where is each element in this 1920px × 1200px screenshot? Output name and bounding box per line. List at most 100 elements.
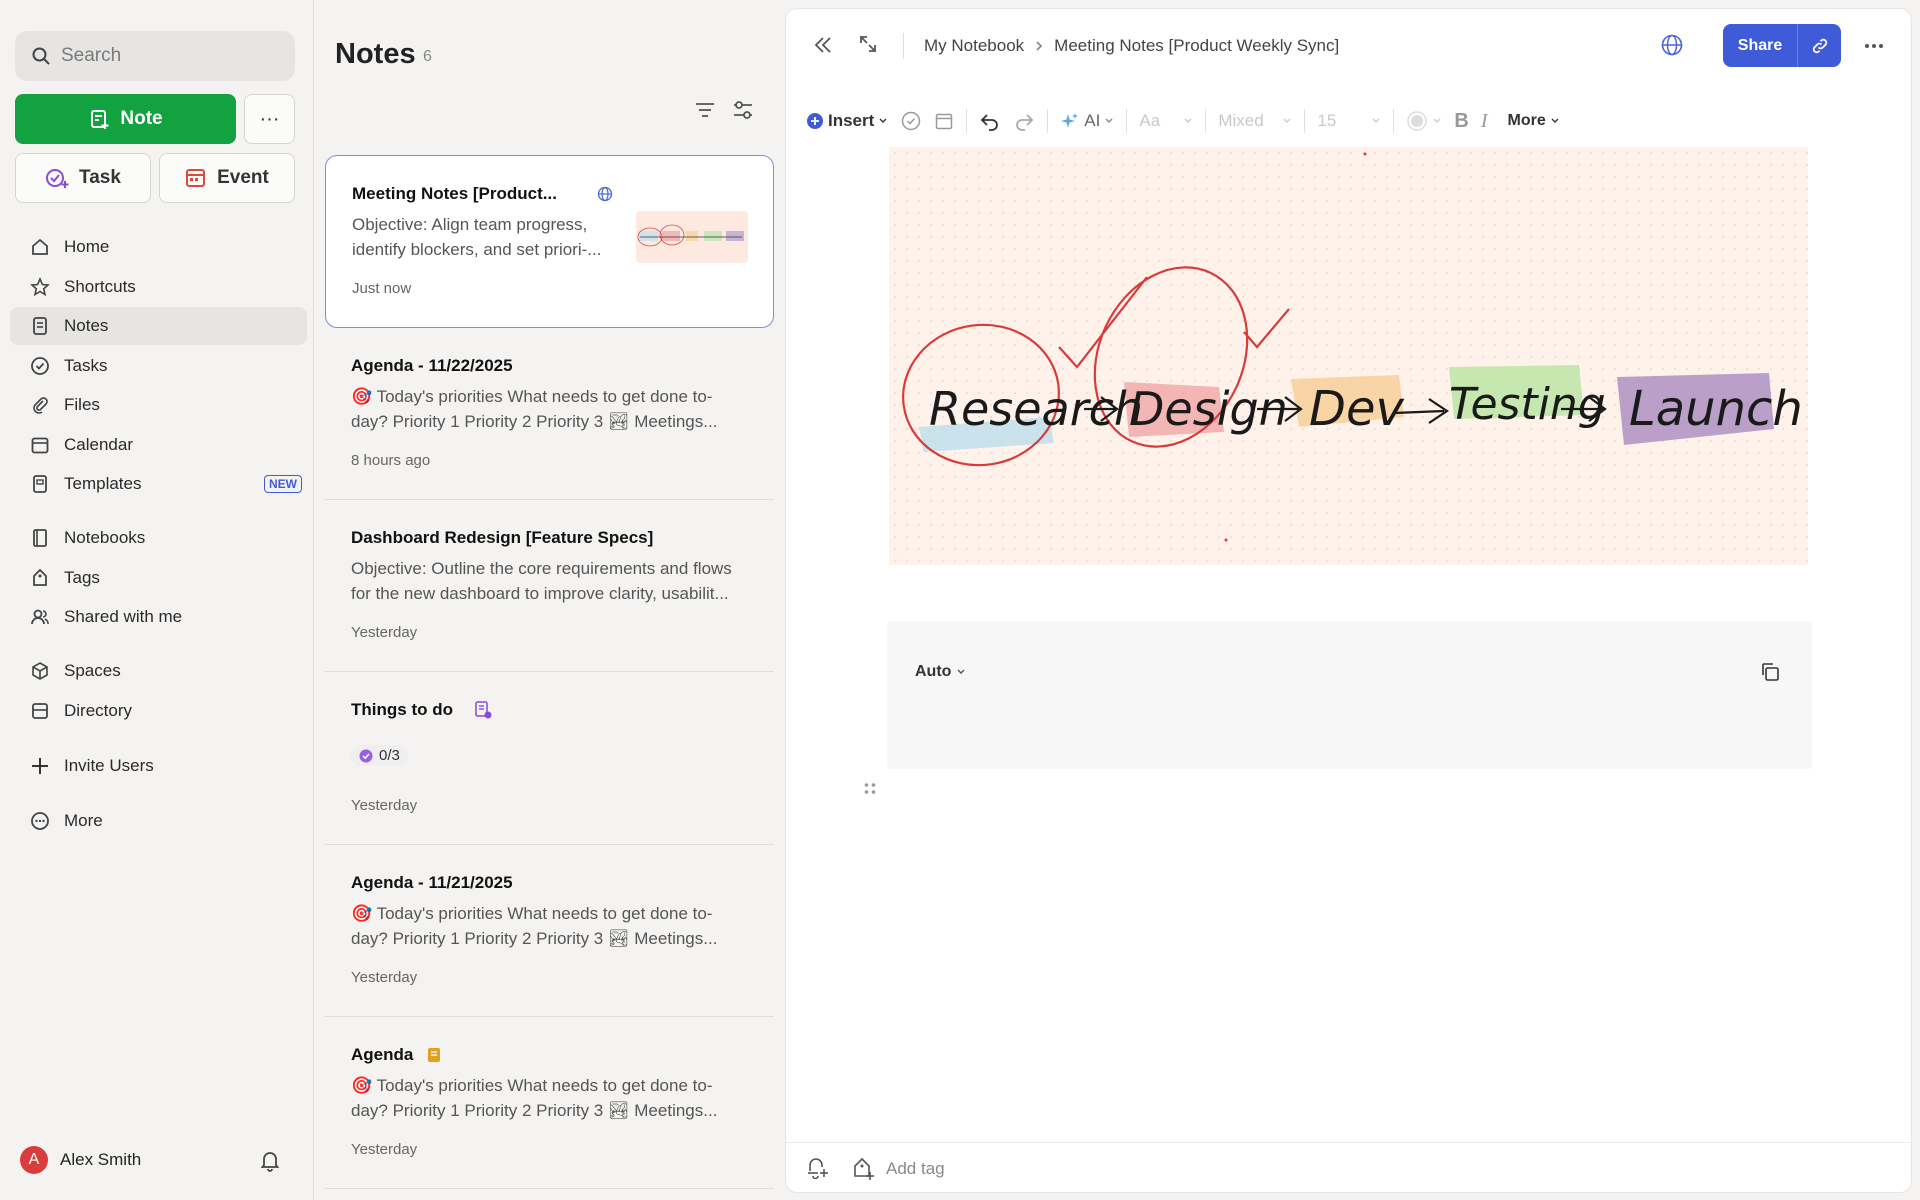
note-card-title: Agenda - 11/22/2025 (351, 356, 513, 375)
note-card[interactable]: Meeting Notes [Product... Objective: Ali… (325, 155, 774, 328)
sketch-word-testing: Testing (1449, 379, 1606, 430)
chevron-down-icon (957, 669, 965, 674)
red-check-2 (1243, 308, 1290, 349)
files-icon (30, 395, 50, 415)
event-icon (186, 169, 206, 187)
note-card-time: Yesterday (351, 1141, 418, 1158)
search-icon (32, 47, 50, 65)
notifications-button[interactable] (258, 1148, 282, 1177)
sort-button[interactable] (693, 98, 717, 127)
more-formatting-button[interactable]: More (1507, 112, 1559, 130)
note-card-title: Agenda - 11/21/2025 (351, 873, 513, 892)
insert-button[interactable]: Insert (806, 111, 888, 131)
note-card-title: Meeting Notes [Product... (352, 184, 557, 203)
user-account[interactable]: A Alex Smith (20, 1146, 141, 1174)
breadcrumb-notebook[interactable]: My Notebook (924, 36, 1024, 56)
sidebar-item-tags[interactable]: Tags (10, 559, 307, 597)
sidebar-item-notes[interactable]: Notes (10, 307, 307, 345)
sidebar-item-shortcuts[interactable]: Shortcuts (10, 268, 307, 306)
insert-calendar-button[interactable] (934, 111, 954, 131)
font-select[interactable]: Aa (1139, 111, 1193, 131)
sidebar-item-spaces[interactable]: Spaces (10, 652, 307, 690)
chevron-right-icon (1036, 41, 1043, 51)
sidebar-item-notebooks[interactable]: Notebooks (10, 519, 307, 557)
invite-nav: Invite Users (10, 747, 307, 787)
sidebar-item-templates[interactable]: Templates NEW (10, 465, 307, 503)
task-icon (46, 169, 69, 188)
insert-label: Insert (828, 111, 875, 130)
new-event-button[interactable]: Event (159, 153, 295, 203)
ai-label: AI (1084, 111, 1101, 130)
bold-button[interactable]: B (1454, 110, 1468, 133)
sidebar-item-label: Home (64, 237, 110, 256)
list-tools (693, 98, 755, 127)
font-size-label: 15 (1317, 111, 1337, 130)
ai-button[interactable]: AI (1060, 111, 1114, 131)
more-dots-icon (1865, 44, 1883, 48)
style-label: Mixed (1218, 111, 1264, 130)
new-task-button[interactable]: Task (15, 153, 151, 203)
toolbar-separator (1126, 109, 1128, 133)
font-label: Aa (1139, 111, 1161, 130)
more-options-button[interactable] (1863, 35, 1885, 62)
font-size-select[interactable]: 15 (1317, 111, 1381, 131)
plus-circle-icon (807, 113, 823, 129)
note-card[interactable]: Agenda 🎯 Today's priorities What needs t… (325, 1017, 774, 1189)
collapse-sidebar-button[interactable] (811, 33, 835, 62)
add-tag-button[interactable]: Add tag (850, 1156, 945, 1182)
redo-icon (1016, 114, 1034, 131)
reminder-button[interactable] (804, 1153, 830, 1184)
sidebar-item-shared[interactable]: Shared with me (10, 598, 307, 636)
redo-button[interactable] (1013, 110, 1035, 132)
drag-handle[interactable] (863, 781, 877, 802)
sidebar-item-label: Files (64, 395, 100, 414)
new-note-button[interactable]: Note (15, 94, 236, 144)
note-card-snippet: 🎯 Today's priorities What needs to get d… (351, 1076, 718, 1120)
new-task-label: Task (79, 167, 121, 188)
note-card[interactable]: Agenda - 11/22/2025 🎯 Today's priorities… (325, 328, 774, 500)
publish-button[interactable] (1660, 33, 1684, 62)
editor-footer: Add tag (786, 1142, 1911, 1194)
search-input[interactable]: Search (15, 31, 295, 81)
sidebar-item-home[interactable]: Home (10, 228, 307, 266)
more-label: More (1507, 112, 1546, 129)
sketch-canvas[interactable]: Research Design Dev Testing Launch (889, 147, 1808, 565)
sidebar-item-calendar[interactable]: Calendar (10, 426, 307, 464)
copy-code-button[interactable] (1759, 661, 1781, 688)
sidebar-item-files[interactable]: Files (10, 386, 307, 424)
breadcrumb-note[interactable]: Meeting Notes [Product Weekly Sync] (1054, 36, 1339, 56)
code-language-select[interactable]: Auto (915, 663, 966, 681)
note-card-title-row: Meeting Notes [Product... (352, 184, 747, 204)
undo-button[interactable] (979, 110, 1001, 132)
note-card-snippet: Objective: Align team progress, identify… (352, 215, 602, 259)
bell-icon (260, 1152, 280, 1172)
code-block[interactable]: Auto (887, 621, 1812, 769)
people-icon (30, 607, 50, 627)
note-card-time: 8 hours ago (351, 452, 431, 469)
note-card[interactable]: Things to do 0/3 Yesterday (325, 672, 774, 845)
new-note-label: Note (120, 108, 163, 129)
share-button[interactable]: Share (1723, 24, 1797, 67)
copy-link-button[interactable] (1797, 24, 1841, 67)
note-card[interactable]: Dashboard Redesign [Feature Specs] Objec… (325, 500, 774, 672)
more-create-options-button[interactable]: ··· (244, 94, 295, 144)
style-select[interactable]: Mixed (1218, 111, 1292, 131)
templates-icon (30, 474, 50, 494)
text-color-button[interactable] (1406, 110, 1442, 132)
invite-users-button[interactable]: Invite Users (10, 747, 307, 785)
more-circle-icon (30, 811, 50, 831)
note-card[interactable]: Agenda - 11/21/2025 🎯 Today's priorities… (325, 845, 774, 1017)
expand-button[interactable] (857, 33, 879, 60)
more-dots-icon: ··· (259, 107, 280, 130)
insert-task-button[interactable] (900, 110, 922, 132)
sidebar-item-more[interactable]: More (10, 802, 307, 840)
red-check-1 (1058, 276, 1148, 369)
sparkle-icon (1061, 113, 1079, 128)
filter-button[interactable] (731, 98, 755, 127)
tag-icon (30, 568, 50, 588)
search-placeholder: Search (61, 45, 122, 66)
sidebar-item-directory[interactable]: Directory (10, 692, 307, 730)
copy-icon (1762, 663, 1779, 681)
italic-button[interactable]: I (1481, 110, 1488, 133)
sidebar-item-tasks[interactable]: Tasks (10, 347, 307, 385)
